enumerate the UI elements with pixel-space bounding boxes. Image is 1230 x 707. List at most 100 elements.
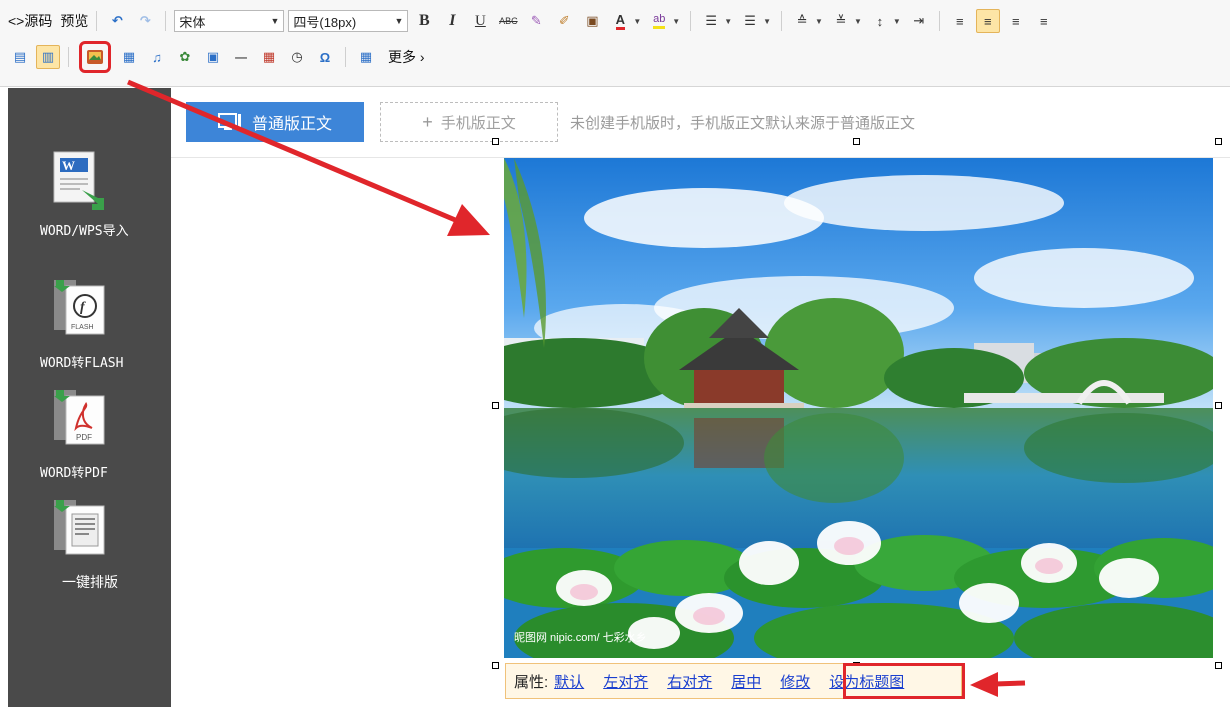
chevron-down-icon[interactable]: ▼ — [672, 17, 680, 26]
resize-handle-top-right[interactable] — [1215, 138, 1222, 145]
undo-button[interactable]: ↶ — [105, 9, 129, 33]
chevron-down-icon[interactable]: ▼ — [893, 17, 901, 26]
ordered-list-button[interactable]: ☰ — [699, 9, 723, 33]
redo-icon: ↷ — [139, 13, 151, 28]
paragraph-spacing-top-button[interactable]: ≙ — [790, 9, 814, 33]
tab-normal-content[interactable]: 普通版正文 — [186, 102, 364, 142]
format-painter-button[interactable]: ✐ — [552, 9, 576, 33]
content-version-tabs: 普通版正文 + 手机版正文 未创建手机版时，手机版正文默认来源于普通版正文 — [186, 101, 915, 143]
word-import-icon: W — [53, 151, 104, 210]
music-icon: ♫ — [152, 49, 162, 65]
image-align-right-link[interactable]: 右对齐 — [667, 671, 712, 692]
monitor-icon — [217, 113, 241, 130]
code-icon: <> — [8, 13, 25, 29]
background-color-button[interactable]: ab — [647, 9, 671, 33]
sidebar-item-label: WORD转PDF — [40, 466, 108, 481]
spellcheck-button[interactable]: ✎ — [524, 9, 548, 33]
align-justify-button[interactable]: ≡ — [1032, 9, 1056, 33]
insert-date-button[interactable]: ▦ — [257, 45, 281, 69]
redo-button[interactable]: ↷ — [133, 9, 157, 33]
clock-icon: ◷ — [291, 49, 303, 64]
word-to-flash-icon: f FLASH — [54, 280, 105, 335]
chevron-down-icon[interactable]: ▼ — [854, 17, 862, 26]
resize-handle-bottom-right[interactable] — [1215, 662, 1222, 669]
special-chars-button[interactable]: Ω — [313, 45, 337, 69]
chevron-down-icon[interactable]: ▼ — [724, 17, 732, 26]
map-icon: ✿ — [179, 49, 191, 64]
float-left-icon: ▤ — [13, 49, 27, 64]
chevron-down-icon[interactable]: ▼ — [815, 17, 823, 26]
word-to-pdf-icon: PDF — [54, 390, 105, 445]
property-label: 属性: — [514, 673, 549, 691]
more-button[interactable]: 更多 › — [388, 47, 425, 67]
spacing-top-icon: ≙ — [796, 13, 808, 28]
resize-handle-top-left[interactable] — [492, 138, 499, 145]
image-align-left-link[interactable]: 左对齐 — [603, 671, 648, 692]
set-title-image-link[interactable]: 设为标题图 — [829, 671, 904, 692]
indent-button[interactable]: ⇥ — [907, 9, 931, 33]
float-none-icon: ▥ — [41, 49, 55, 64]
image-center-link[interactable]: 居中 — [731, 671, 761, 692]
insert-image-button[interactable] — [79, 41, 111, 73]
source-code-button[interactable]: <>源码 — [8, 11, 52, 31]
strikethrough-button[interactable]: ABC — [496, 9, 520, 33]
resize-handle-right[interactable] — [1215, 402, 1222, 409]
toolbar-divider — [781, 11, 783, 31]
chevron-down-icon: ▼ — [394, 16, 404, 26]
paste-text-button[interactable]: ▣ — [580, 9, 604, 33]
insert-template-button[interactable]: ▣ — [201, 45, 225, 69]
insert-music-button[interactable]: ♫ — [145, 45, 169, 69]
arrow-to-title-link-icon — [970, 672, 1026, 697]
align-center-button[interactable]: ≡ — [975, 9, 1000, 33]
underline-button[interactable]: U — [468, 9, 492, 33]
toolbar-divider — [68, 47, 69, 67]
image-float-none-button[interactable]: ▥ — [36, 45, 60, 69]
line-height-button[interactable]: ↕ — [868, 9, 892, 33]
ordered-list-icon: ☰ — [705, 13, 718, 28]
image-watermark: 昵图网 nipic.com/ 七彩水乡 — [514, 631, 647, 644]
resize-handle-top[interactable] — [853, 138, 860, 145]
toolbar-divider — [938, 11, 940, 31]
chevron-down-icon[interactable]: ▼ — [763, 17, 771, 26]
unordered-list-button[interactable]: ☰ — [738, 9, 762, 33]
align-right-icon: ≡ — [1012, 13, 1020, 29]
toolbar-divider — [165, 11, 167, 31]
image-property-bar: 属性: 默认 左对齐 右对齐 居中 修改 设为标题图 — [505, 663, 962, 699]
toolbar-row-1: <>源码 预览 ↶ ↷ 宋体 ▼ 四号(18px) ▼ B I U ABC ✎ ✐ … — [8, 6, 1056, 36]
italic-button[interactable]: I — [440, 9, 464, 33]
svg-text:FLASH: FLASH — [71, 324, 94, 331]
tab-mobile-content[interactable]: + 手机版正文 — [380, 102, 558, 142]
image-edit-link[interactable]: 修改 — [780, 671, 810, 692]
toolbar-divider — [345, 47, 346, 67]
chevron-down-icon: ▼ — [270, 16, 280, 26]
format-painter-icon: ✐ — [558, 13, 570, 28]
video-icon: ▦ — [122, 49, 136, 64]
svg-text:PDF: PDF — [76, 433, 92, 442]
undo-icon: ↶ — [111, 13, 123, 28]
image-float-left-button[interactable]: ▤ — [8, 45, 32, 69]
font-size-select[interactable]: 四号(18px) ▼ — [288, 10, 409, 32]
resize-handle-bottom-left[interactable] — [492, 662, 499, 669]
bold-button[interactable]: B — [412, 9, 436, 33]
mobile-hint-text: 未创建手机版时，手机版正文默认来源于普通版正文 — [570, 114, 916, 132]
chevron-down-icon[interactable]: ▼ — [633, 17, 641, 26]
font-family-select[interactable]: 宋体 ▼ — [174, 10, 285, 32]
insert-video-button[interactable]: ▦ — [117, 45, 141, 69]
chevron-right-icon: › — [419, 49, 425, 65]
sidebar-item-label: WORD转FLASH — [40, 356, 124, 371]
paragraph-spacing-bottom-button[interactable]: ≚ — [829, 9, 853, 33]
align-left-icon: ≡ — [956, 13, 964, 29]
insert-map-button[interactable]: ✿ — [173, 45, 197, 69]
insert-time-button[interactable]: ◷ — [285, 45, 309, 69]
horizontal-rule-button[interactable]: 一 — [229, 45, 253, 69]
preview-button[interactable]: 预览 — [60, 11, 88, 31]
plus-icon: + — [422, 111, 433, 132]
align-left-button[interactable]: ≡ — [948, 9, 972, 33]
resize-handle-left[interactable] — [492, 402, 499, 409]
insert-table-button[interactable]: ▦ — [354, 45, 378, 69]
font-color-button[interactable]: A — [608, 9, 632, 33]
inserted-image[interactable]: 昵图网 nipic.com/ 七彩水乡 — [504, 158, 1213, 658]
line-height-icon: ↕ — [876, 13, 884, 29]
align-right-button[interactable]: ≡ — [1004, 9, 1028, 33]
image-default-link[interactable]: 默认 — [554, 671, 584, 692]
